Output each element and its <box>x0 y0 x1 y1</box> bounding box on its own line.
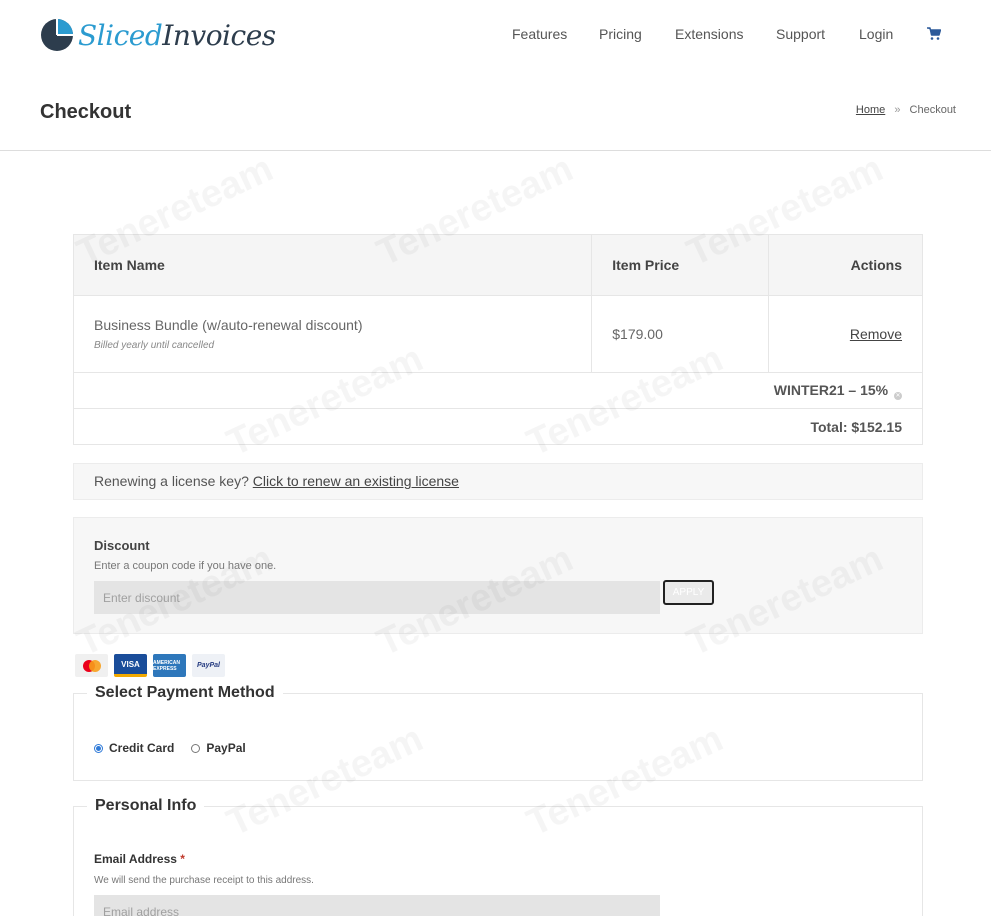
payment-method-options: Credit Card PayPal <box>94 741 263 755</box>
breadcrumb-home[interactable]: Home <box>856 104 885 116</box>
visa-icon: VISA <box>114 654 147 677</box>
cart-table: Item Name Item Price Actions Business Bu… <box>73 234 923 445</box>
personal-info-title: Personal Info <box>87 797 205 815</box>
remove-coupon-icon[interactable]: ✕ <box>894 391 902 400</box>
page-title-bar: Checkout Home » Checkout <box>0 70 991 151</box>
total-row: Total: $152.15 <box>73 408 923 445</box>
credit-card-label[interactable]: Credit Card <box>109 741 174 755</box>
renew-license-bar: Renewing a license key? Click to renew a… <box>73 463 923 500</box>
personal-info-section: Personal Info Email Address * We will se… <box>73 797 923 916</box>
discount-input[interactable] <box>94 581 660 614</box>
paypal-icon: PayPal <box>192 654 225 677</box>
cart-item-actions-cell: Remove <box>768 295 923 373</box>
remove-item-link[interactable]: Remove <box>850 326 902 342</box>
nav-login[interactable]: Login <box>859 26 893 42</box>
page-title: Checkout <box>40 101 132 123</box>
email-label-text: Email Address <box>94 852 177 866</box>
paypal-label[interactable]: PayPal <box>206 741 245 755</box>
logo-pie-icon <box>41 19 73 51</box>
logo[interactable]: SlicedInvoices <box>40 18 276 52</box>
apply-discount-button[interactable]: APPLY <box>663 580 714 605</box>
cart-header-row: Item Name Item Price Actions <box>73 234 923 296</box>
payment-method-title: Select Payment Method <box>87 684 283 702</box>
mastercard-icon <box>75 654 108 677</box>
coupon-cell: WINTER21 – 15% ✕ <box>73 372 923 409</box>
applied-coupon: WINTER21 – 15% <box>773 381 889 398</box>
site-header: SlicedInvoices Features Pricing Extensio… <box>0 0 991 70</box>
cart-item-row: Business Bundle (w/auto-renewal discount… <box>73 295 923 373</box>
logo-text-sliced: Sliced <box>78 18 163 52</box>
accepted-payment-icons: VISA AMERICAN EXPRESS PayPal <box>75 654 225 677</box>
nav-features[interactable]: Features <box>512 26 567 42</box>
email-description: We will send the purchase receipt to thi… <box>94 875 314 886</box>
logo-text-invoices: Invoices <box>162 18 276 52</box>
renew-license-link[interactable]: Click to renew an existing license <box>253 473 459 489</box>
breadcrumb-current: Checkout <box>909 104 956 116</box>
breadcrumb-separator: » <box>894 104 901 116</box>
coupon-row: WINTER21 – 15% ✕ <box>73 372 923 409</box>
amex-icon: AMERICAN EXPRESS <box>153 654 186 677</box>
payment-method-section: Select Payment Method Credit Card PayPal <box>73 684 923 781</box>
logo-text: SlicedInvoices <box>78 19 276 52</box>
discount-section: Discount Enter a coupon code if you have… <box>73 517 923 634</box>
cart-item-name-cell: Business Bundle (w/auto-renewal discount… <box>73 295 593 373</box>
email-label: Email Address * <box>94 852 185 866</box>
nav-pricing[interactable]: Pricing <box>599 26 642 42</box>
shopping-cart-icon[interactable] <box>927 27 941 41</box>
nav-support[interactable]: Support <box>776 26 825 42</box>
renew-license-text: Renewing a license key? <box>94 473 249 489</box>
paypal-radio[interactable] <box>191 743 201 753</box>
header-item-name: Item Name <box>73 234 593 296</box>
cart-total: Total: $152.15 <box>73 408 923 445</box>
discount-label: Discount <box>94 538 150 553</box>
nav-extensions[interactable]: Extensions <box>675 26 743 42</box>
breadcrumb: Home » Checkout <box>856 104 956 116</box>
discount-description: Enter a coupon code if you have one. <box>94 560 277 572</box>
credit-card-radio[interactable] <box>94 743 103 753</box>
email-input[interactable] <box>94 895 660 916</box>
required-marker: * <box>180 852 185 866</box>
cart-item-name: Business Bundle (w/auto-renewal discount… <box>94 317 363 333</box>
cart-item-billing-note: Billed yearly until cancelled <box>94 340 215 351</box>
header-item-price: Item Price <box>591 234 770 296</box>
cart-item-price: $179.00 <box>591 295 770 373</box>
header-actions: Actions <box>768 234 923 296</box>
